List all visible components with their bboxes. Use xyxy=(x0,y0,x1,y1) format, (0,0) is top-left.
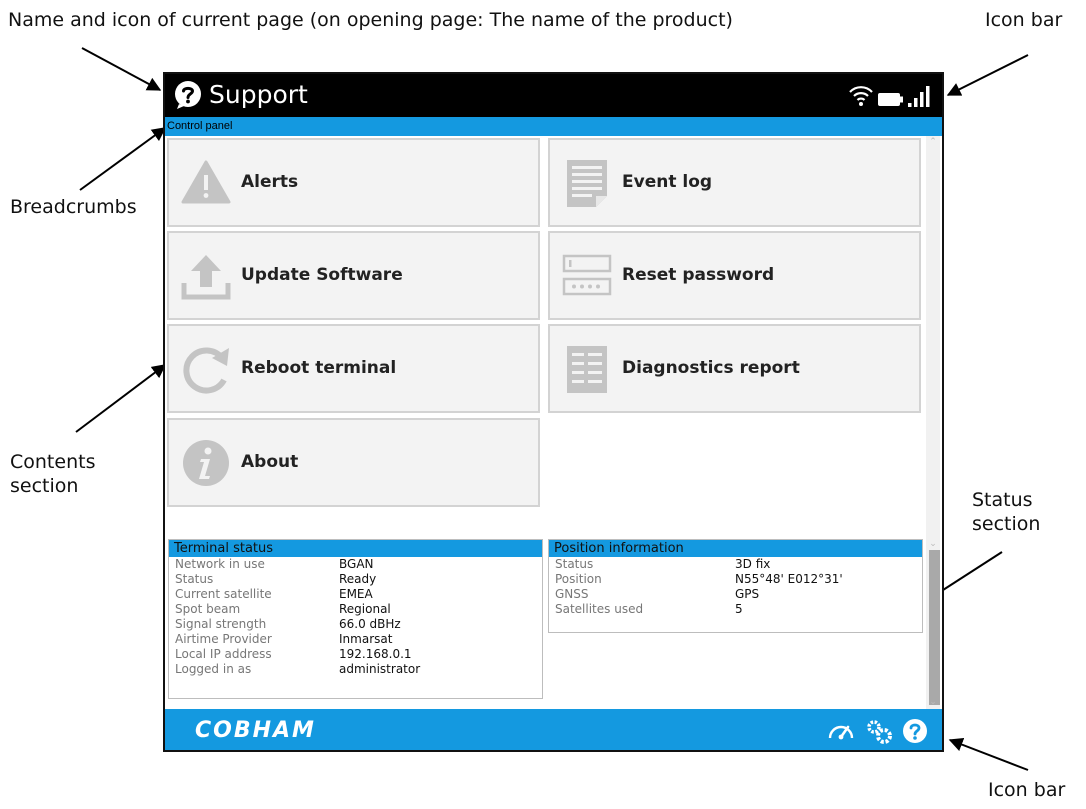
upload-icon xyxy=(181,255,231,300)
reboot-icon xyxy=(183,347,229,394)
position-row: Position N55°48' E012°31' xyxy=(549,572,922,587)
status-value: Ready xyxy=(339,572,377,586)
status-key: Status xyxy=(175,572,214,586)
status-row: Signal strength 66.0 dBHz xyxy=(169,617,542,632)
status-row: Spot beam Regional xyxy=(169,602,542,617)
scroll-down-arrow-icon[interactable]: ⌄ xyxy=(927,539,939,549)
tile-diagnostics-report[interactable]: Diagnostics report xyxy=(548,324,921,413)
status-key: Airtime Provider xyxy=(175,632,272,646)
position-information-title: Position information xyxy=(549,540,922,557)
position-row: Satellites used 5 xyxy=(549,602,922,617)
position-information-panel: Position information Status 3D fix Positi… xyxy=(548,539,923,633)
footer-bar: COBHAM xyxy=(165,709,942,750)
password-field-icon xyxy=(562,254,612,296)
status-key: Current satellite xyxy=(175,587,272,601)
scroll-thumb[interactable] xyxy=(929,550,940,705)
status-value: Inmarsat xyxy=(339,632,393,646)
status-row: Logged in as administrator xyxy=(169,662,542,677)
cobham-logo: COBHAM xyxy=(195,718,316,743)
position-row: GNSS GPS xyxy=(549,587,922,602)
battery-icon[interactable] xyxy=(878,93,903,106)
status-key: Local IP address xyxy=(175,647,272,661)
arrow-icon-bar-top xyxy=(946,54,1029,96)
position-key: Status xyxy=(555,557,594,571)
status-value: 192.168.0.1 xyxy=(339,647,412,661)
settings-icon[interactable] xyxy=(867,720,892,744)
question-circle-icon xyxy=(175,81,201,109)
arrow-breadcrumbs xyxy=(79,127,167,191)
info-icon xyxy=(183,440,229,486)
status-key: Network in use xyxy=(175,557,265,571)
arrow-page-name xyxy=(81,47,162,91)
warning-icon xyxy=(181,160,231,204)
terminal-status-panel: Terminal status Network in use BGAN Statu… xyxy=(168,539,543,699)
status-row: Airtime Provider Inmarsat xyxy=(169,632,542,647)
dashboard-icon[interactable] xyxy=(828,725,854,740)
bottom-icon-bar xyxy=(828,719,927,744)
status-value: 66.0 dBHz xyxy=(339,617,401,631)
status-row: Current satellite EMEA xyxy=(169,587,542,602)
scroll-down-arrow-icon[interactable]: ⌄ xyxy=(927,697,939,707)
position-key: Position xyxy=(555,572,602,586)
tile-label: Reboot terminal xyxy=(241,358,397,378)
breadcrumb: Control panel xyxy=(165,117,942,136)
status-value: Regional xyxy=(339,602,391,616)
position-key: Satellites used xyxy=(555,602,644,616)
breadcrumb-control-panel[interactable]: Control panel xyxy=(167,119,232,133)
document-icon xyxy=(567,160,607,207)
status-value: administrator xyxy=(339,662,421,676)
scrollbar[interactable]: ⌃ ⌄ ⌄ xyxy=(926,136,940,709)
tile-alerts[interactable]: Alerts xyxy=(167,138,540,227)
position-key: GNSS xyxy=(555,587,589,601)
top-icon-bar xyxy=(849,86,930,107)
scroll-up-arrow-icon[interactable]: ⌃ xyxy=(927,137,939,147)
help-icon[interactable] xyxy=(903,719,927,743)
tile-label: Alerts xyxy=(241,172,299,192)
device-screen: Support Control panel Alerts Event log U… xyxy=(163,72,944,752)
arrow-icon-bar-bottom xyxy=(948,737,1029,771)
status-value: EMEA xyxy=(339,587,373,601)
report-icon xyxy=(567,346,607,393)
position-value: 5 xyxy=(735,602,743,616)
tile-reset-password[interactable]: Reset password xyxy=(548,231,921,320)
tile-label: Reset password xyxy=(622,265,775,285)
status-key: Signal strength xyxy=(175,617,267,631)
title-bar: Support xyxy=(165,74,942,117)
wifi-icon[interactable] xyxy=(849,86,873,106)
tile-event-log[interactable]: Event log xyxy=(548,138,921,227)
signal-strength-icon[interactable] xyxy=(908,86,930,107)
tile-label: Event log xyxy=(622,172,713,192)
tile-reboot-terminal[interactable]: Reboot terminal xyxy=(167,324,540,413)
tile-label: Diagnostics report xyxy=(622,358,800,378)
tile-label: Update Software xyxy=(241,265,403,285)
tile-update-software[interactable]: Update Software xyxy=(167,231,540,320)
status-row: Status Ready xyxy=(169,572,542,587)
position-row: Status 3D fix xyxy=(549,557,922,572)
status-key: Logged in as xyxy=(175,662,252,676)
status-row: Local IP address 192.168.0.1 xyxy=(169,647,542,662)
status-row: Network in use BGAN xyxy=(169,557,542,572)
page-title: Support xyxy=(209,80,308,109)
status-key: Spot beam xyxy=(175,602,241,616)
arrow-contents xyxy=(75,364,167,433)
status-value: BGAN xyxy=(339,557,374,571)
tile-about[interactable]: About xyxy=(167,418,540,507)
position-value: GPS xyxy=(735,587,760,601)
tile-label: About xyxy=(241,452,299,472)
terminal-status-title: Terminal status xyxy=(169,540,542,557)
position-value: 3D fix xyxy=(735,557,771,571)
position-value: N55°48' E012°31' xyxy=(735,572,843,586)
